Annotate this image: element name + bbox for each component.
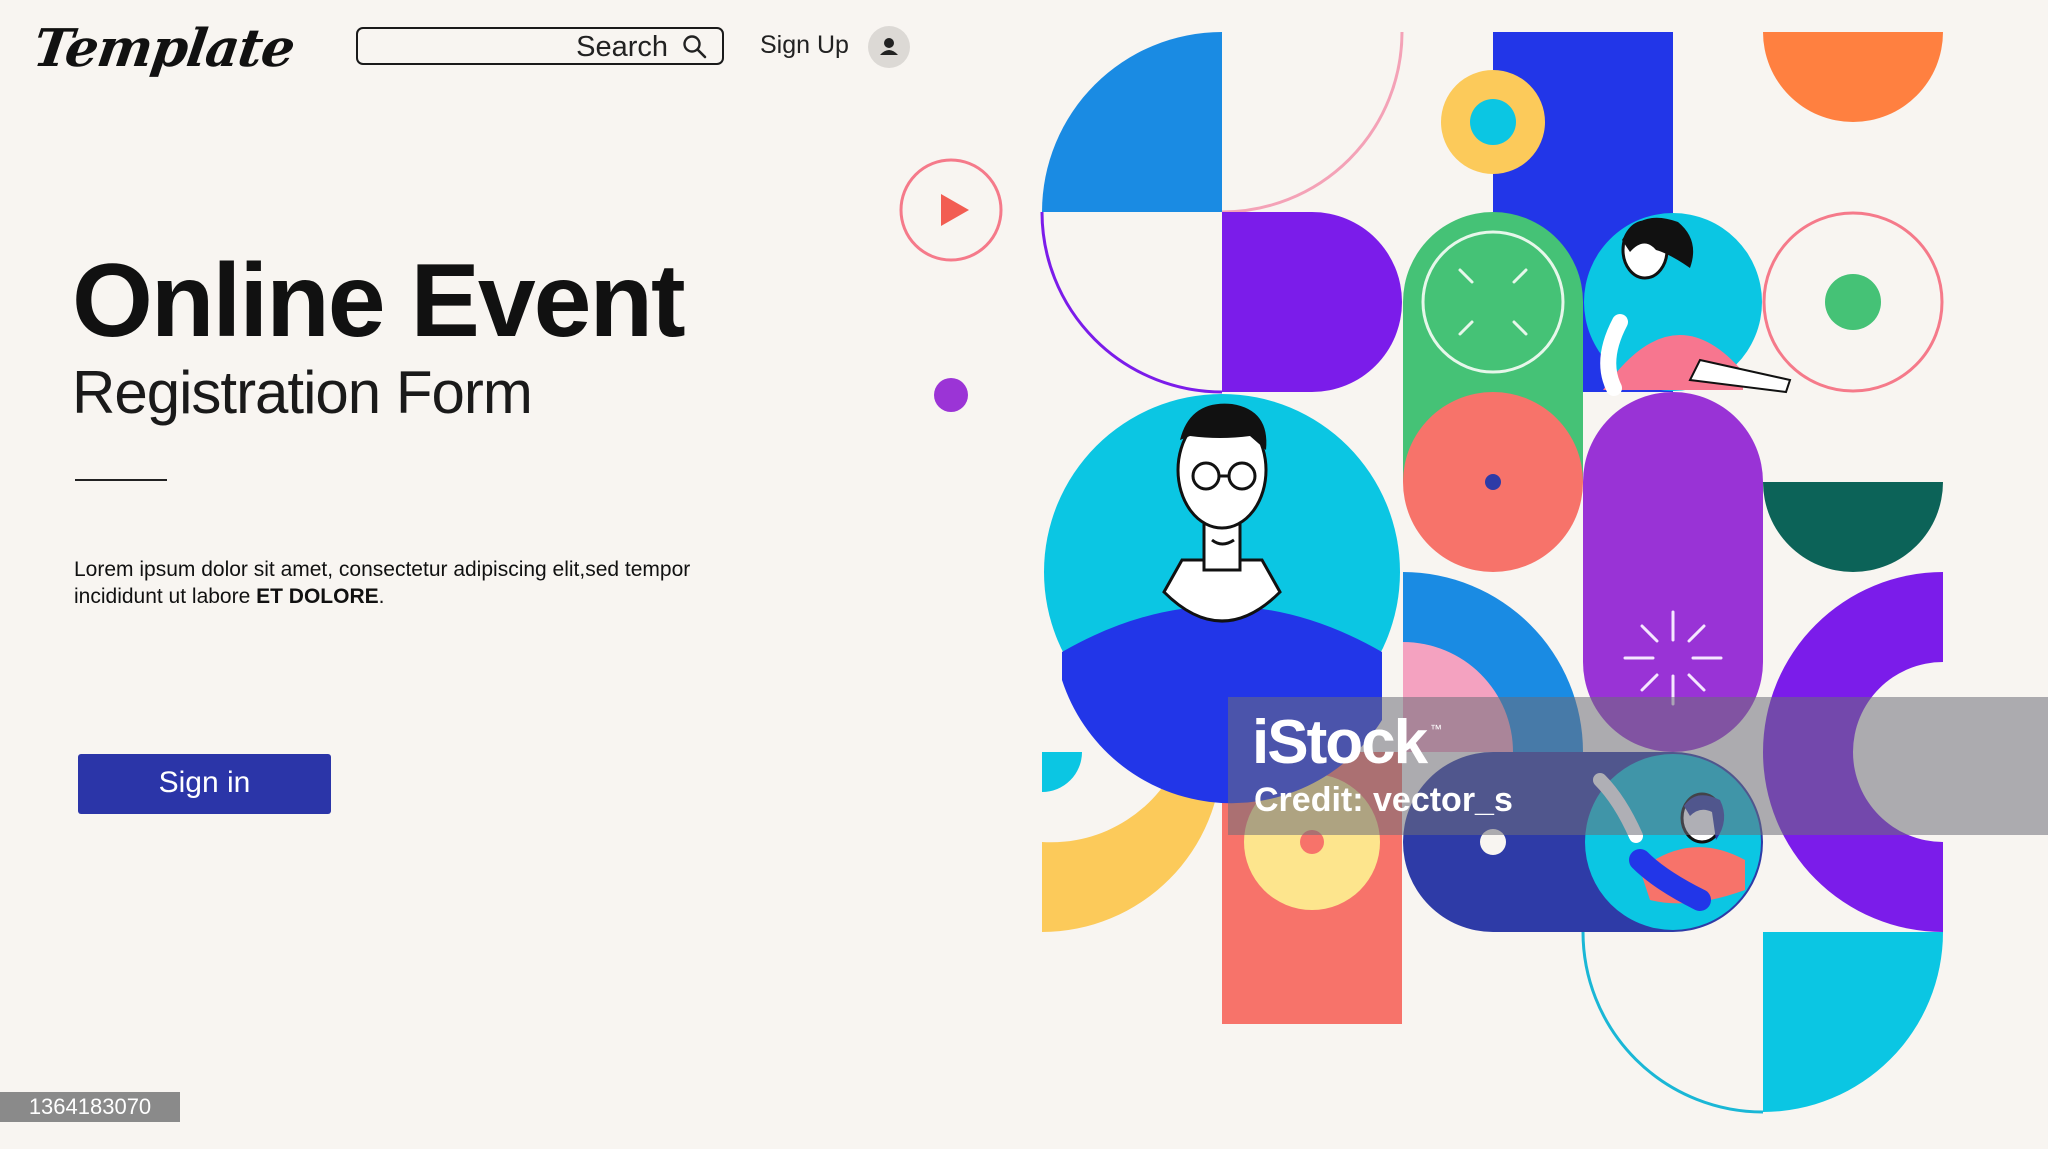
cyan-dot — [1470, 99, 1516, 145]
geometric-illustration — [899, 31, 1944, 1114]
image-id: 1364183070 — [0, 1092, 180, 1122]
cyan-arc — [1581, 931, 1764, 1114]
purple-dot — [934, 378, 968, 412]
green-dot — [1825, 274, 1881, 330]
landing-page: Template Search Sign Up Online Event Reg… — [0, 0, 2048, 1149]
teal-half-circle — [1763, 482, 1943, 572]
cyan-wedge — [1042, 752, 1082, 792]
navy-dot — [1485, 474, 1501, 490]
blue-quarter-circle — [1042, 32, 1222, 212]
woman-avatar-top — [1584, 213, 1792, 396]
watermark-credit: Credit: vector_s — [1254, 781, 1513, 819]
play-button[interactable] — [899, 158, 1003, 262]
purple-half-pill — [1222, 212, 1402, 392]
play-icon — [941, 194, 969, 226]
orange-half-circle — [1763, 32, 1943, 122]
watermark-trademark: ™ — [1430, 722, 1442, 736]
cyan-quarter — [1763, 932, 1943, 1112]
watermark-logo: iStock — [1252, 708, 1428, 777]
purple-arc — [1040, 211, 1223, 394]
pink-arc — [1221, 31, 1404, 214]
